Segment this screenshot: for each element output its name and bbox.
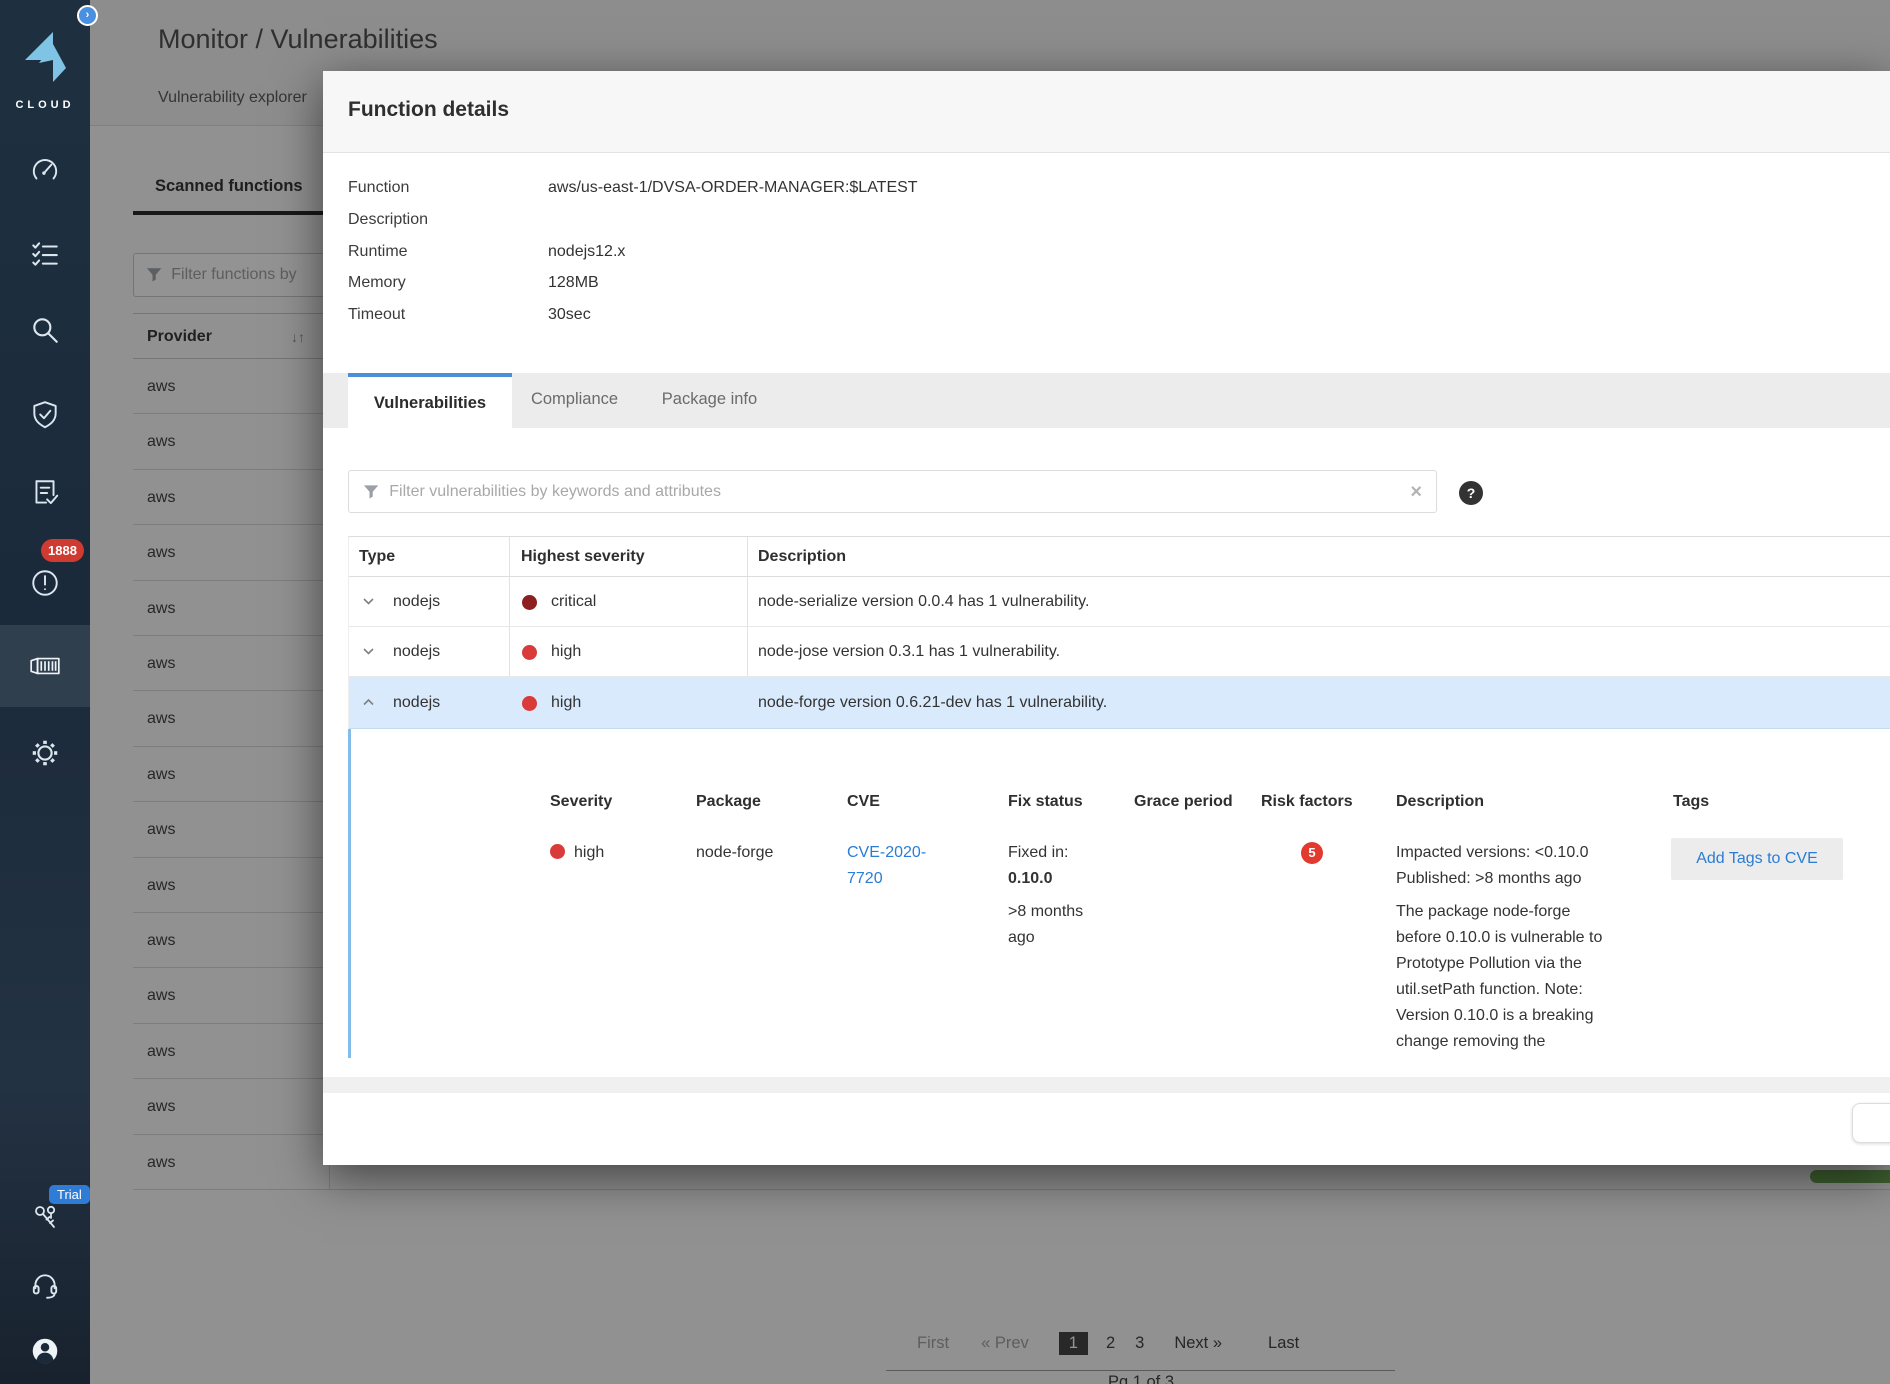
cell-severity: high xyxy=(551,677,581,729)
tab-package-info[interactable]: Package info xyxy=(647,373,772,428)
vuln-row-high-forge-expanded[interactable]: nodejs high node-forge version 0.6.21-de… xyxy=(349,677,1890,729)
modal-title: Function details xyxy=(348,98,509,122)
vuln-row-critical[interactable]: nodejs critical node-serialize version 0… xyxy=(349,577,1890,627)
sidebar-item-checklist[interactable] xyxy=(0,238,90,270)
tab-vulnerabilities[interactable]: Vulnerabilities xyxy=(348,373,512,428)
sidebar-item-security[interactable] xyxy=(0,399,90,431)
cell-type: nodejs xyxy=(393,577,440,627)
cloud-logo: CLOUD xyxy=(0,30,90,111)
vuln-row-high-jose[interactable]: nodejs high node-jose version 0.3.1 has … xyxy=(349,627,1890,677)
detail-col-fix-status: Fix status xyxy=(1008,793,1083,811)
detail-col-severity: Severity xyxy=(550,793,612,811)
dashboard-gauge-icon xyxy=(29,155,61,187)
cell-description: node-serialize version 0.0.4 has 1 vulne… xyxy=(758,577,1089,627)
fix-age: >8 months ago xyxy=(1008,899,1096,951)
add-tags-to-cve-button[interactable]: Add Tags to CVE xyxy=(1671,838,1843,880)
field-value-memory: 128MB xyxy=(548,270,599,296)
cell-type: nodejs xyxy=(393,627,440,677)
sidebar-expand-button[interactable]: › xyxy=(77,5,98,26)
detail-package: node-forge xyxy=(696,840,773,866)
trial-badge: Trial xyxy=(49,1185,90,1204)
severity-dot-high xyxy=(522,645,537,660)
scroll-corner-button[interactable] xyxy=(1852,1103,1890,1143)
chevron-down-icon[interactable] xyxy=(363,598,374,605)
field-label-timeout: Timeout xyxy=(348,302,538,328)
sidebar-item-account[interactable] xyxy=(0,1335,90,1367)
detail-severity: high xyxy=(550,840,604,866)
shield-check-icon xyxy=(29,399,61,431)
detail-col-grace-period: Grace period xyxy=(1134,793,1233,811)
published: Published: >8 months ago xyxy=(1396,866,1614,892)
impacted-versions: Impacted versions: <0.10.0 xyxy=(1396,840,1614,866)
fix-version: 0.10.0 xyxy=(1008,866,1096,892)
cell-description: node-forge version 0.6.21-dev has 1 vuln… xyxy=(758,677,1107,729)
support-headset-icon xyxy=(29,1270,61,1302)
vulnerabilities-table: Type Highest severity Description nodejs… xyxy=(348,536,1890,729)
report-doc-icon xyxy=(29,477,61,509)
field-label-function: Function xyxy=(348,175,538,201)
sidebar-item-settings[interactable] xyxy=(0,737,90,769)
chevron-up-icon[interactable] xyxy=(363,699,374,706)
tab-compliance[interactable]: Compliance xyxy=(512,373,637,428)
detail-description: Impacted versions: <0.10.0 Published: >8… xyxy=(1396,840,1614,1055)
filter-funnel-icon xyxy=(363,484,379,500)
app-root: CLOUD 1888 xyxy=(0,0,1890,1384)
col-type: Type xyxy=(359,537,395,577)
sidebar-item-support[interactable] xyxy=(0,1270,90,1302)
severity-dot-high xyxy=(522,696,537,711)
risk-factors-badge[interactable]: 5 xyxy=(1301,842,1323,864)
logo-mark-icon xyxy=(19,30,71,88)
alerts-count-badge: 1888 xyxy=(41,539,84,562)
field-label-description: Description xyxy=(348,207,538,233)
field-value-function: aws/us-east-1/DVSA-ORDER-MANAGER:$LATEST xyxy=(548,175,918,201)
vulnerabilities-filter-input[interactable] xyxy=(389,483,1400,501)
cell-description: node-jose version 0.3.1 has 1 vulnerabil… xyxy=(758,627,1060,677)
expanded-vulnerability-panel: Severity Package CVE Fix status Grace pe… xyxy=(348,729,1890,1058)
containers-icon xyxy=(28,650,62,682)
vuln-table-header: Type Highest severity Description xyxy=(349,537,1890,577)
field-label-memory: Memory xyxy=(348,270,538,296)
field-value-timeout: 30sec xyxy=(548,302,591,328)
settings-gear-icon xyxy=(29,737,61,769)
cell-severity: high xyxy=(551,627,581,677)
detail-col-package: Package xyxy=(696,793,761,811)
detail-fix-status: Fixed in: 0.10.0 >8 months ago xyxy=(1008,840,1096,951)
col-highest-severity: Highest severity xyxy=(521,537,645,577)
clear-filter-icon[interactable]: × xyxy=(1410,482,1422,502)
sidebar-item-credentials[interactable] xyxy=(0,1203,90,1233)
severity-dot-high xyxy=(550,844,565,859)
modal-header: Function details xyxy=(323,71,1890,153)
keys-icon xyxy=(30,1203,60,1233)
sidebar-item-reports[interactable] xyxy=(0,477,90,509)
function-details-modal: Function details Function aws/us-east-1/… xyxy=(323,71,1890,1165)
detail-col-tags: Tags xyxy=(1673,793,1709,811)
field-value-runtime: nodejs12.x xyxy=(548,239,625,265)
account-icon xyxy=(29,1335,61,1367)
detail-col-risk-factors: Risk factors xyxy=(1261,793,1353,811)
sidebar: CLOUD 1888 xyxy=(0,0,90,1384)
modal-tabbar: Vulnerabilities Compliance Package info xyxy=(323,373,1890,428)
checklist-icon xyxy=(29,238,61,270)
logo-text: CLOUD xyxy=(0,99,90,111)
vulnerabilities-filter[interactable]: × xyxy=(348,470,1437,513)
sidebar-item-dashboard[interactable] xyxy=(0,155,90,187)
cell-type: nodejs xyxy=(393,677,440,729)
sidebar-item-containers[interactable] xyxy=(0,650,90,682)
col-description: Description xyxy=(758,537,846,577)
search-icon xyxy=(29,314,61,346)
detail-col-cve: CVE xyxy=(847,793,880,811)
modal-footer-band xyxy=(323,1077,1890,1093)
cve-link[interactable]: CVE-2020-7720 xyxy=(847,840,945,892)
help-icon[interactable]: ? xyxy=(1459,481,1483,505)
severity-dot-critical xyxy=(522,595,537,610)
chevron-down-icon[interactable] xyxy=(363,648,374,655)
cell-severity: critical xyxy=(551,577,596,627)
field-label-runtime: Runtime xyxy=(348,239,538,265)
description-body: The package node-forge before 0.10.0 is … xyxy=(1396,899,1614,1055)
detail-col-description: Description xyxy=(1396,793,1484,811)
sidebar-item-search[interactable] xyxy=(0,314,90,346)
alerts-icon xyxy=(29,567,61,599)
sidebar-item-alerts[interactable] xyxy=(0,567,90,599)
